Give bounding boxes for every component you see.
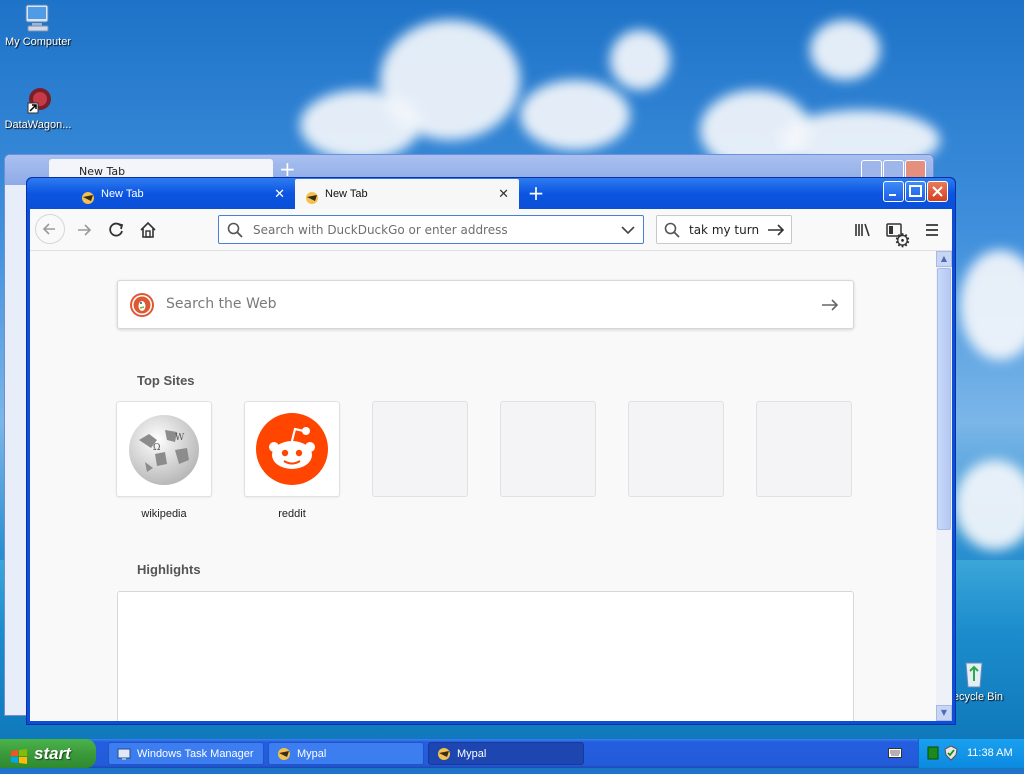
keyboard-layout-icon[interactable] [888, 747, 902, 762]
task-manager-icon [117, 747, 131, 761]
start-button[interactable]: start [0, 739, 96, 768]
highlights-panel [117, 591, 854, 721]
clock[interactable]: 11:38 AM [967, 739, 1013, 768]
top-site-tile-empty[interactable] [628, 401, 724, 497]
browser-window[interactable]: New Tab ✕ New Tab ✕ + Search with DuckDu… [26, 177, 956, 725]
search-input[interactable] [687, 222, 761, 238]
top-site-label: wikipedia [141, 508, 187, 520]
maximize-button[interactable] [905, 181, 926, 202]
scroll-up-button[interactable]: ▲ [936, 251, 952, 267]
tab-close-icon[interactable]: ✕ [274, 179, 285, 209]
address-input[interactable] [251, 222, 615, 238]
recycle-bin-icon [958, 657, 990, 689]
taskbar-item-mypal-2[interactable]: Mypal [428, 742, 584, 765]
desktop-icon-label: DataWagon... [4, 119, 72, 131]
browser-content: ⚙ Top Sites Ω W wikipedia [30, 209, 952, 721]
library-icon [855, 223, 870, 237]
mypal-icon [277, 747, 291, 761]
top-site-label: reddit [278, 508, 306, 520]
wikipedia-globe-icon: Ω W [129, 415, 199, 485]
newtab-search-input[interactable] [164, 295, 768, 313]
network-status-icon[interactable] [927, 746, 939, 763]
top-site-tile-reddit[interactable] [244, 401, 340, 497]
vertical-scrollbar[interactable]: ▲ ▼ [936, 251, 952, 721]
mypal-icon [437, 747, 451, 761]
library-button[interactable] [848, 216, 876, 244]
desktop-icon-label: My Computer [4, 36, 72, 48]
desktop-icon-datawagon[interactable]: DataWagon... [0, 85, 78, 131]
new-tab-button[interactable]: + [525, 180, 547, 206]
scroll-thumb[interactable] [937, 268, 951, 530]
windows-flag-icon [10, 745, 28, 764]
top-site-tile-empty[interactable] [756, 401, 852, 497]
tab-close-icon[interactable]: ✕ [498, 179, 509, 209]
tab-title: New Tab [325, 188, 368, 200]
minimize-button[interactable] [883, 181, 904, 202]
tab-new-tab-2[interactable]: New Tab ✕ [295, 179, 519, 209]
taskbar: start Windows Task Manager Mypal Mypal 1… [0, 739, 1024, 768]
taskbar-item-label: Windows Task Manager [137, 748, 254, 760]
home-icon [140, 221, 156, 238]
close-button[interactable] [927, 181, 948, 202]
taskbar-item-task-manager[interactable]: Windows Task Manager [108, 742, 264, 765]
back-arrow-icon [42, 223, 55, 235]
window-titlebar[interactable]: New Tab ✕ New Tab ✕ + [27, 178, 955, 209]
datawagon-shortcut-icon [22, 85, 54, 117]
scroll-down-button[interactable]: ▼ [936, 705, 952, 721]
highlights-title: Highlights [137, 562, 201, 577]
svg-text:W: W [175, 433, 185, 443]
desktop-icon-my-computer[interactable]: My Computer [0, 2, 78, 48]
system-tray: 11:38 AM [918, 739, 1024, 768]
top-site-tile-empty[interactable] [372, 401, 468, 497]
taskbar-item-label: Mypal [457, 748, 487, 760]
menu-button[interactable] [918, 216, 946, 244]
mypal-favicon-icon [81, 187, 95, 204]
forward-arrow-icon [78, 224, 92, 236]
address-bar[interactable] [218, 215, 644, 244]
top-sites-title: Top Sites [137, 373, 195, 388]
taskbar-item-mypal-1[interactable]: Mypal [268, 742, 424, 765]
computer-icon [22, 2, 54, 34]
search-bar[interactable] [656, 215, 792, 244]
forward-button[interactable] [70, 216, 98, 244]
chevron-down-icon[interactable] [621, 224, 635, 236]
start-label: start [34, 744, 71, 763]
back-button[interactable] [35, 214, 65, 244]
hamburger-menu-icon [926, 224, 938, 236]
duckduckgo-logo-icon [130, 293, 154, 317]
reload-icon [109, 222, 124, 237]
settings-gear-icon[interactable]: ⚙ [894, 230, 911, 252]
reload-button[interactable] [102, 216, 130, 244]
tab-title: New Tab [101, 188, 144, 200]
search-go-arrow-icon[interactable] [821, 297, 839, 313]
top-site-tile-empty[interactable] [500, 401, 596, 497]
security-shield-icon[interactable] [943, 745, 959, 764]
home-button[interactable] [134, 216, 162, 244]
svg-text:Ω: Ω [153, 443, 160, 453]
search-icon [227, 222, 243, 238]
search-icon [664, 222, 680, 238]
reddit-alien-icon [256, 413, 328, 485]
taskbar-item-label: Mypal [297, 748, 327, 760]
tab-new-tab-1[interactable]: New Tab ✕ [71, 179, 295, 209]
navigation-toolbar [30, 209, 952, 251]
mypal-favicon-icon [305, 187, 319, 204]
go-arrow-icon[interactable] [767, 223, 785, 237]
top-site-tile-wikipedia[interactable]: Ω W [116, 401, 212, 497]
newtab-search-box[interactable] [117, 280, 854, 329]
